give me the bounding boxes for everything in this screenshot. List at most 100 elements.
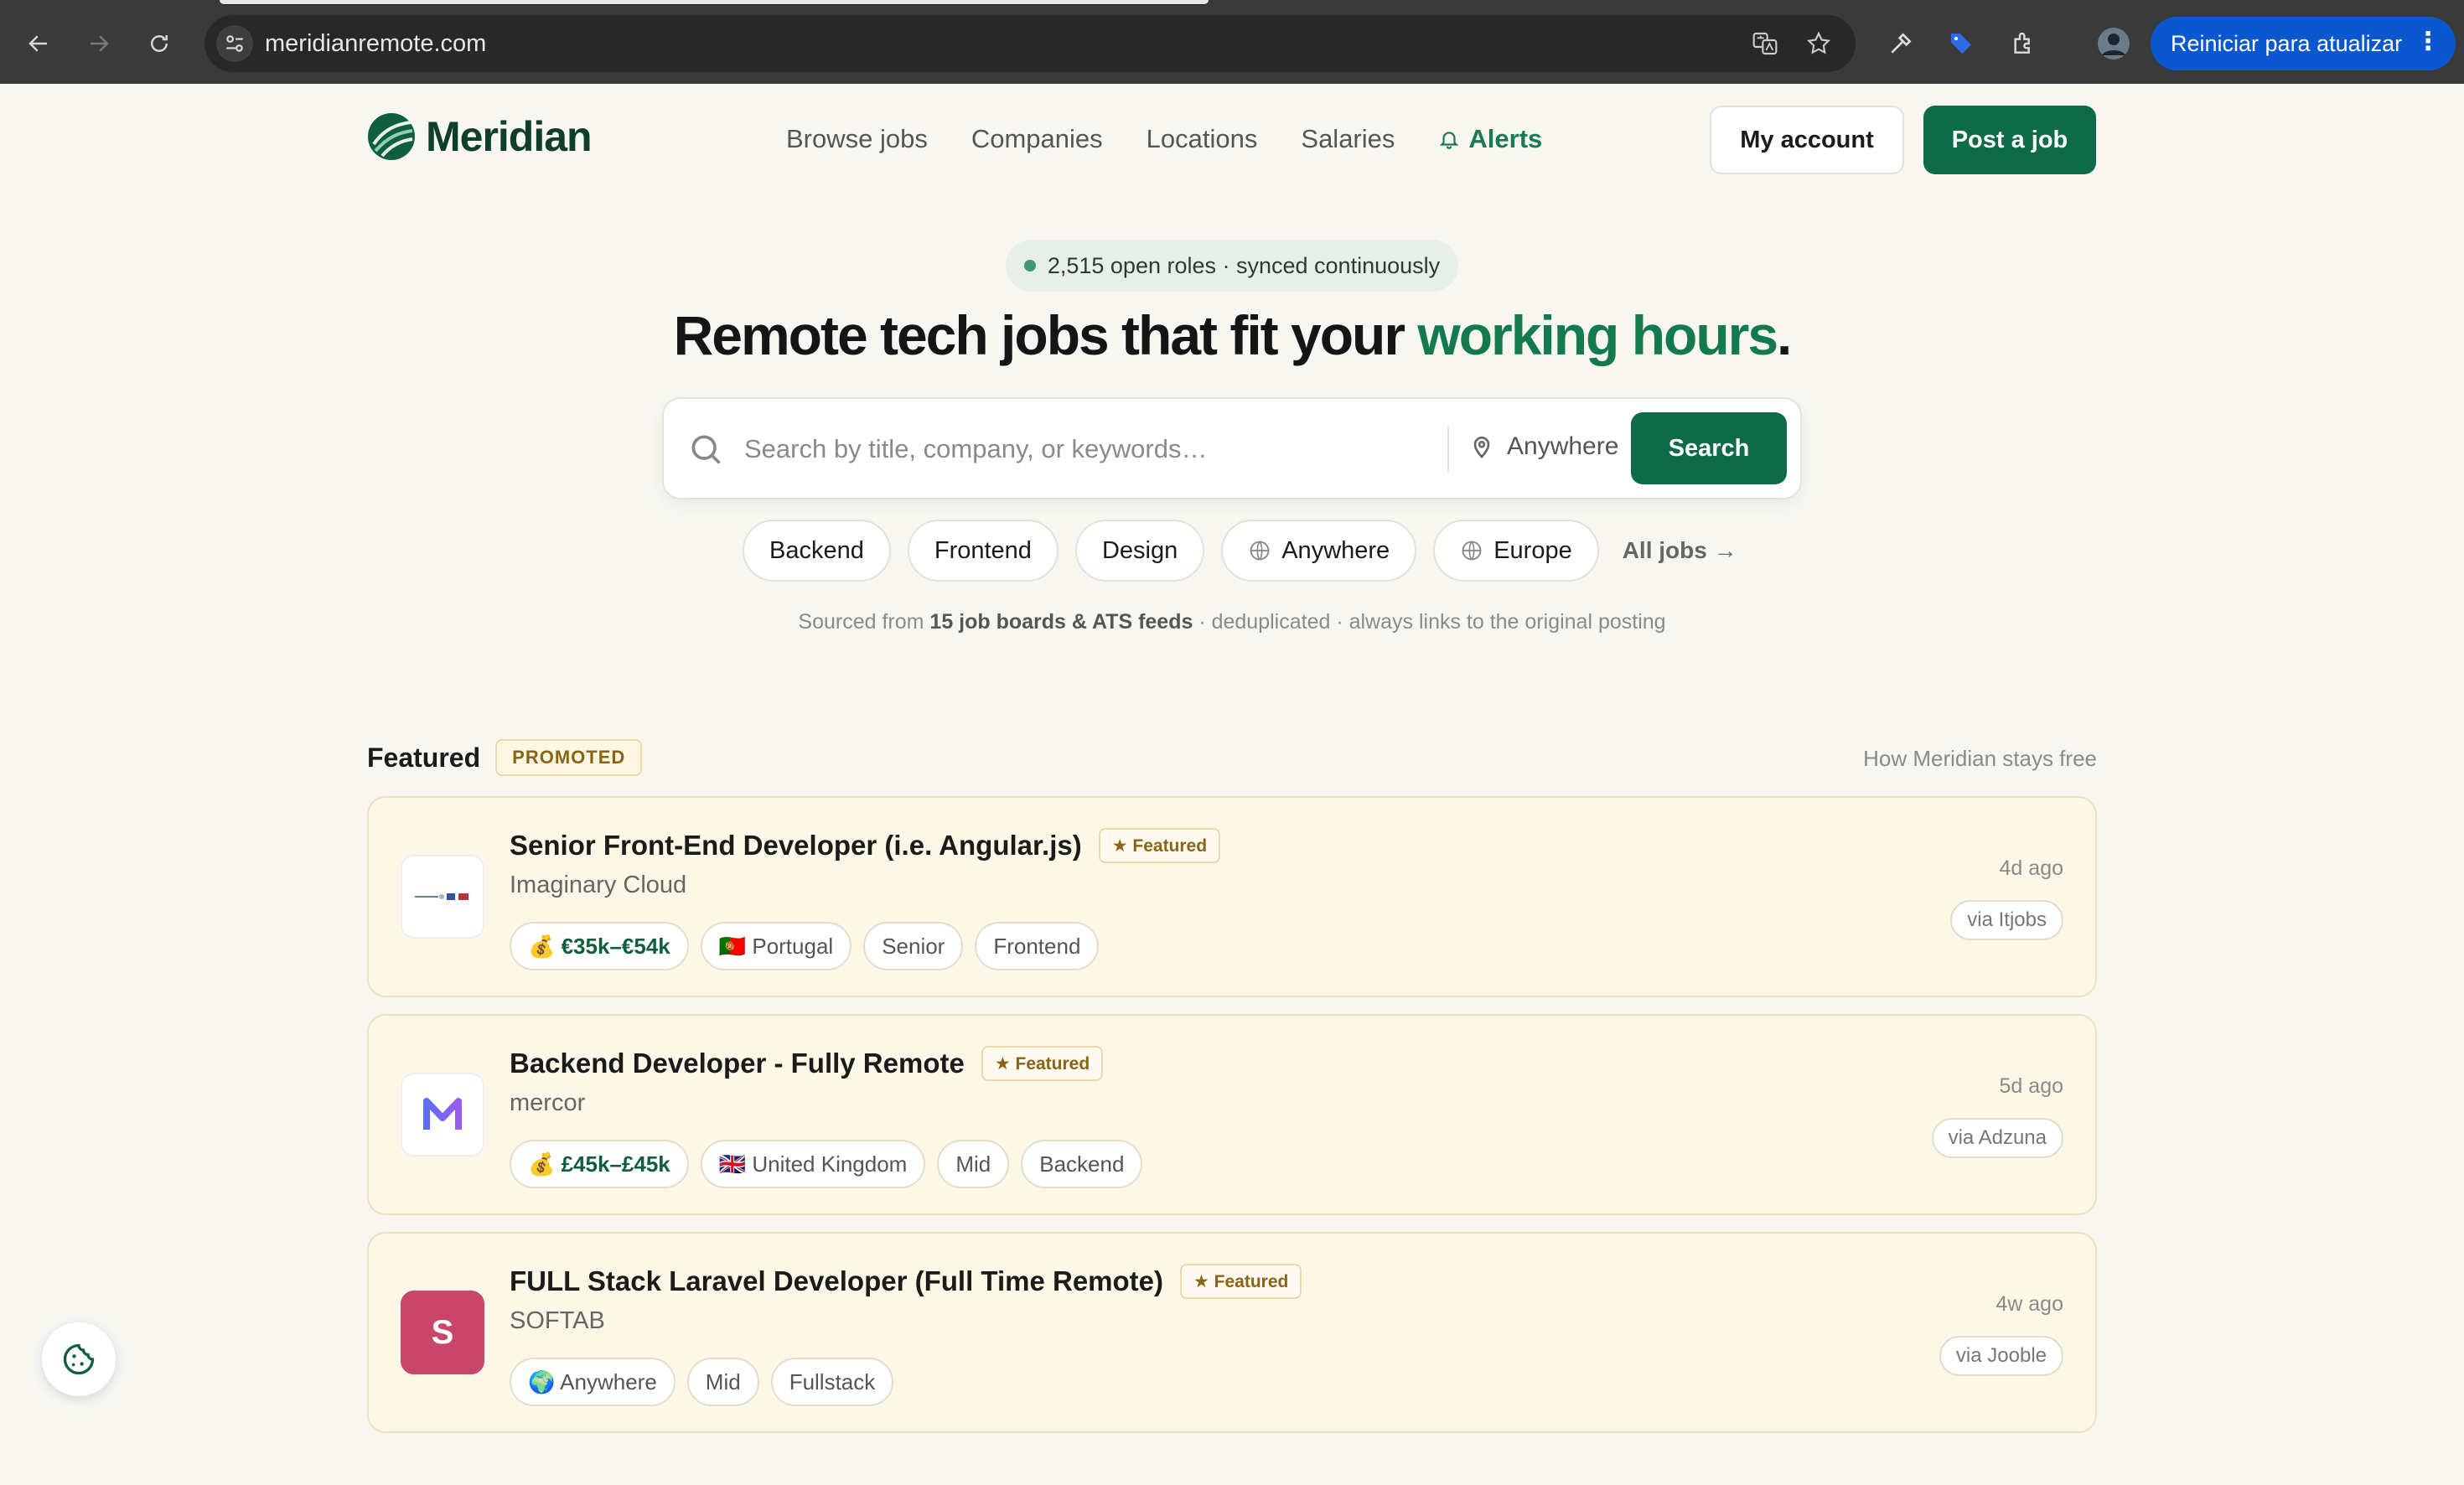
company-name[interactable]: SOFTAB xyxy=(510,1307,605,1335)
featured-badge: ★ Featured xyxy=(1098,828,1221,863)
brand-logo[interactable]: Meridian xyxy=(367,112,593,161)
job-title-text: Senior Front-End Developer (i.e. Angular… xyxy=(510,830,1082,861)
my-account-button[interactable]: My account xyxy=(1710,106,1904,174)
featured-title: Featured xyxy=(367,742,481,773)
job-title[interactable]: Senior Front-End Developer (i.e. Angular… xyxy=(510,828,1221,863)
tag-icon xyxy=(1951,34,1971,54)
search-icon xyxy=(691,435,721,464)
page-load-progress xyxy=(220,0,1209,4)
page: Meridian Browse jobs Companies Locations… xyxy=(0,84,2464,1485)
chip-label: Frontend xyxy=(934,536,1032,564)
location-pin-icon xyxy=(1473,437,1490,458)
job-title-text: Backend Developer - Fully Remote xyxy=(510,1048,965,1079)
chip-label: Europe xyxy=(1493,536,1572,564)
globe-icon xyxy=(1462,541,1482,561)
browser-toolbar: meridianremote.com Reiniciar para atuali… xyxy=(0,0,2464,84)
nav-locations[interactable]: Locations xyxy=(1147,124,1258,154)
update-browser-button[interactable]: Reiniciar para atualizar ⋮ xyxy=(2151,17,2456,70)
tune-icon xyxy=(226,35,243,52)
company-name[interactable]: mercor xyxy=(510,1089,585,1117)
avatar-icon xyxy=(2098,28,2130,60)
bookmark-button[interactable] xyxy=(1800,25,1837,62)
seniority-tag: Mid xyxy=(686,1358,759,1406)
imaginary-cloud-logo-icon xyxy=(415,893,468,900)
forward-button[interactable] xyxy=(80,25,117,62)
location-selector[interactable]: Anywhere xyxy=(1468,432,1618,461)
more-menu-icon[interactable]: ⋮ xyxy=(2415,27,2441,56)
job-tags: 💰 £45k–£45k 🇬🇧 United Kingdom Mid Backen… xyxy=(510,1140,1143,1188)
url-text[interactable]: meridianremote.com xyxy=(265,30,486,58)
featured-badge: ★ Featured xyxy=(1180,1264,1302,1299)
chip-label: Backend xyxy=(769,536,864,564)
company-name[interactable]: Imaginary Cloud xyxy=(510,872,686,899)
translate-button[interactable] xyxy=(1747,25,1783,62)
source-badge[interactable]: via Jooble xyxy=(1939,1336,2063,1376)
search-input[interactable] xyxy=(744,424,1415,474)
open-roles-status: 2,515 open roles · synced continuously xyxy=(1006,240,1458,292)
job-tags: 💰 €35k–€54k 🇵🇹 Portugal Senior Frontend xyxy=(510,922,1100,970)
update-label: Reiniciar para atualizar xyxy=(2171,30,2403,56)
nav-alerts-label: Alerts xyxy=(1468,124,1543,153)
company-logo xyxy=(401,855,484,939)
job-card[interactable]: S FULL Stack Laravel Developer (Full Tim… xyxy=(367,1232,2097,1433)
job-title[interactable]: FULL Stack Laravel Developer (Full Time … xyxy=(510,1264,1302,1299)
chip-frontend[interactable]: Frontend xyxy=(907,520,1059,582)
address-bar[interactable]: meridianremote.com xyxy=(204,15,1856,72)
arrow-left-icon xyxy=(28,35,47,52)
post-job-button[interactable]: Post a job xyxy=(1923,106,2096,174)
job-card[interactable]: Senior Front-End Developer (i.e. Angular… xyxy=(367,796,2097,997)
back-button[interactable] xyxy=(20,25,57,62)
sources-count: 15 job boards & ATS feeds xyxy=(929,610,1193,634)
nav-browse-jobs[interactable]: Browse jobs xyxy=(786,124,928,154)
chip-europe[interactable]: Europe xyxy=(1433,520,1599,582)
posted-age: 4d ago xyxy=(1999,856,2063,880)
chip-backend[interactable]: Backend xyxy=(743,520,891,582)
all-jobs-link[interactable]: All jobs → xyxy=(1623,537,1737,564)
translate-icon xyxy=(1752,32,1778,55)
chip-anywhere[interactable]: Anywhere xyxy=(1221,520,1417,582)
status-dot xyxy=(1023,260,1036,272)
company-logo: S xyxy=(401,1291,484,1374)
job-search-bar: Anywhere Search xyxy=(662,397,1802,499)
seniority-tag: Senior xyxy=(863,922,964,970)
posted-age: 5d ago xyxy=(1999,1074,2063,1098)
eyedropper-extension[interactable] xyxy=(1882,25,1919,62)
sources-post: · deduplicated · always links to the ori… xyxy=(1193,610,1666,634)
source-badge[interactable]: via Itjobs xyxy=(1950,900,2063,940)
source-badge[interactable]: via Adzuna xyxy=(1931,1118,2063,1158)
nav-salaries[interactable]: Salaries xyxy=(1301,124,1395,154)
reload-button[interactable] xyxy=(141,25,178,62)
category-tag: Frontend xyxy=(975,922,1100,970)
job-tags: 🌍 Anywhere Mid Fullstack xyxy=(510,1358,894,1406)
how-meridian-stays-free-link[interactable]: How Meridian stays free xyxy=(1863,746,2097,772)
tag-extension[interactable] xyxy=(1943,25,1980,62)
job-title[interactable]: Backend Developer - Fully Remote ★ Featu… xyxy=(510,1046,1104,1081)
salary-tag: 💰 €35k–€54k xyxy=(510,922,689,970)
category-tag: Backend xyxy=(1021,1140,1143,1188)
eyedropper-icon xyxy=(1891,33,1912,54)
nav-alerts[interactable]: Alerts xyxy=(1438,124,1542,154)
cookie-icon xyxy=(63,1343,95,1375)
site-info-button[interactable] xyxy=(216,25,253,62)
job-card[interactable]: Backend Developer - Fully Remote ★ Featu… xyxy=(367,1014,2097,1215)
chip-label: Anywhere xyxy=(1281,536,1390,564)
location-tag: 🇵🇹 Portugal xyxy=(700,922,852,970)
status-text: 2,515 open roles · synced continuously xyxy=(1047,252,1441,278)
nav-companies[interactable]: Companies xyxy=(971,124,1103,154)
promoted-badge: PROMOTED xyxy=(495,739,643,776)
cookie-settings-button[interactable] xyxy=(42,1322,116,1396)
hero-title: Remote tech jobs that fit your working h… xyxy=(0,303,2464,367)
location-value: Anywhere xyxy=(1507,432,1619,460)
search-button[interactable]: Search xyxy=(1631,412,1787,484)
extensions-button[interactable] xyxy=(2005,25,2042,62)
hero-title-start: Remote tech jobs that fit your xyxy=(673,304,1418,366)
hero-title-end: . xyxy=(1777,304,1792,366)
chip-label: Design xyxy=(1101,536,1178,564)
salary-tag: 💰 £45k–£45k xyxy=(510,1140,689,1188)
star-icon xyxy=(1806,31,1831,54)
chip-design[interactable]: Design xyxy=(1074,520,1205,582)
reload-icon xyxy=(151,35,168,52)
profile-button[interactable] xyxy=(2095,25,2132,62)
search-divider xyxy=(1447,426,1449,473)
location-tag: 🇬🇧 United Kingdom xyxy=(700,1140,926,1188)
